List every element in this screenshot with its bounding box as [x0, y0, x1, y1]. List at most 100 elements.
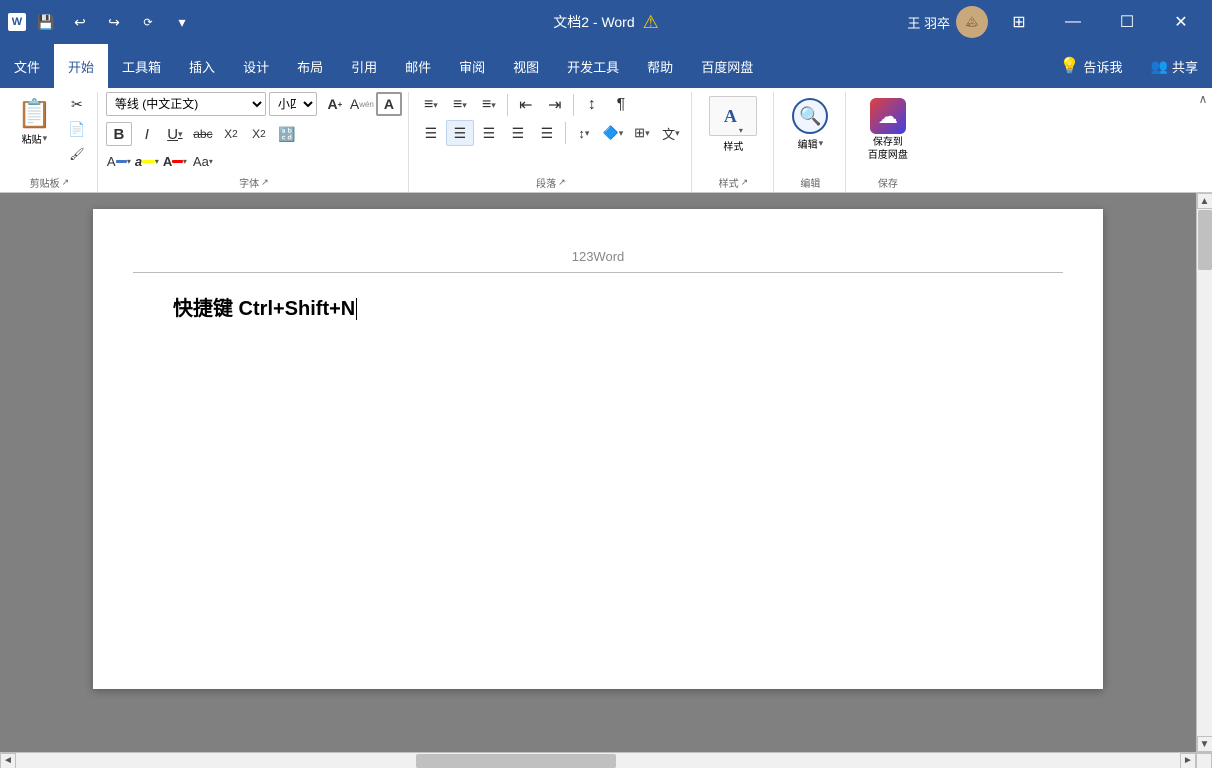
format-painter-btn[interactable]: 🖌 [63, 142, 91, 166]
subscript-btn[interactable]: X2 [218, 122, 244, 146]
redo-btn[interactable]: ↪ [100, 8, 128, 36]
para-list-row: ≡▾ ≡▾ ≡▾ ⇤ ⇥ ↕ ¶ [417, 92, 635, 118]
align-right-btn[interactable]: ☰ [475, 120, 503, 146]
show-marks-btn[interactable]: ¶ [607, 92, 635, 118]
save-content: ☁ 保存到百度网盘 [854, 92, 922, 173]
ribbon-display-btn[interactable]: ⊞ [996, 7, 1042, 37]
para-align-row: ☰ ☰ ☰ ☰ ☰ ↕▾ 🔷▾ ⊞▾ 文▾ [417, 120, 685, 146]
ribbon-group-save: ☁ 保存到百度网盘 保存 [848, 92, 928, 192]
font-size-btns: A+ Awén A [322, 92, 402, 116]
menu-toolbox[interactable]: 工具箱 [108, 44, 175, 88]
h-scroll-track[interactable] [16, 753, 1180, 768]
font-a-format-btn[interactable]: Awén [349, 92, 375, 116]
styles-btn[interactable]: A ▾ 样式 [705, 92, 761, 157]
multilevel-list-btn[interactable]: ≡▾ [475, 92, 503, 118]
user-avatar[interactable]: 🏔 [956, 6, 988, 38]
menu-developer[interactable]: 开发工具 [553, 44, 633, 88]
increase-indent-btn[interactable]: ⇥ [541, 92, 569, 118]
clipboard-expand-icon[interactable]: ↗ [62, 177, 70, 188]
clipboard-small-btns: ✂ 📄 🖌 [63, 92, 91, 166]
font-selector[interactable]: 等线 (中文正文) [106, 92, 266, 116]
scroll-right-btn[interactable]: ► [1180, 753, 1196, 768]
restore-btn[interactable]: ☐ [1104, 7, 1150, 37]
close-btn[interactable]: ✕ [1158, 7, 1204, 37]
superscript-btn[interactable]: X2 [246, 122, 272, 146]
change-case-btn[interactable]: Aa▾ [190, 149, 216, 173]
menu-layout[interactable]: 布局 [283, 44, 337, 88]
para-label: 段落 ↗ [417, 173, 685, 192]
word-icon: W [8, 13, 26, 31]
header-line [133, 272, 1063, 273]
menu-help[interactable]: 帮助 [633, 44, 687, 88]
align-left-btn[interactable]: ☰ [417, 120, 445, 146]
asian-layout-btn[interactable]: 文▾ [657, 120, 685, 146]
save-quick-btn[interactable]: 💾 [32, 8, 60, 36]
doc-page[interactable]: 123Word 快捷键 Ctrl+Shift+N [93, 209, 1103, 689]
menu-view[interactable]: 视图 [499, 44, 553, 88]
ribbon-collapse-btn[interactable]: ∧ [1194, 88, 1212, 110]
font-expand-icon[interactable]: ↗ [261, 177, 269, 188]
clear-format-btn[interactable]: 🔡 [274, 122, 300, 146]
font-size-selector[interactable]: 小四 [269, 92, 317, 116]
font-size-decrease-btn[interactable]: A [376, 92, 402, 116]
para-expand-icon[interactable]: ↗ [558, 177, 566, 188]
undo-btn[interactable]: ↩ [66, 8, 94, 36]
underline-btn[interactable]: U▾ [162, 122, 188, 146]
text-highlight-color-btn[interactable]: A ▾ [106, 149, 132, 173]
italic-btn[interactable]: I [134, 122, 160, 146]
scroll-down-btn[interactable]: ▼ [1197, 736, 1212, 752]
justify-btn[interactable]: ☰ [504, 120, 532, 146]
sort-btn[interactable]: ↕ [578, 92, 606, 118]
shading-btn[interactable]: 🔷▾ [599, 120, 627, 146]
bullets-btn[interactable]: ≡▾ [417, 92, 445, 118]
menu-review[interactable]: 审阅 [445, 44, 499, 88]
distribute-btn[interactable]: ☰ [533, 120, 561, 146]
doc-wrapper[interactable]: 123Word 快捷键 Ctrl+Shift+N [0, 193, 1196, 752]
tell-me-btn[interactable]: 💡 告诉我 [1046, 44, 1137, 88]
menu-design[interactable]: 设计 [229, 44, 283, 88]
styles-expand-icon[interactable]: ↗ [741, 177, 749, 188]
title-right: 王 羽卒 🏔 ⊞ — ☐ ✕ [907, 6, 1204, 38]
menu-insert[interactable]: 插入 [175, 44, 229, 88]
save-group-label: 保存 [854, 173, 922, 192]
bold-btn[interactable]: B [106, 122, 132, 146]
text-highlight-btn[interactable]: a ▾ [134, 149, 160, 173]
numbering-btn[interactable]: ≡▾ [446, 92, 474, 118]
font-size-increase-btn[interactable]: A+ [322, 92, 348, 116]
format-btn-row: B I U▾ abc X2 X2 🔡 [106, 122, 300, 146]
menu-baidu[interactable]: 百度网盘 [687, 44, 767, 88]
borders-btn[interactable]: ⊞▾ [628, 120, 656, 146]
scroll-left-btn[interactable]: ◄ [0, 753, 16, 768]
content-with-scroll: 123Word 快捷键 Ctrl+Shift+N ▲ ▼ [0, 193, 1212, 752]
line-spacing-btn[interactable]: ↕▾ [570, 120, 598, 146]
h-scroll-thumb[interactable] [416, 754, 616, 768]
font-color-btn[interactable]: A ▾ [162, 149, 188, 173]
repeat-btn[interactable]: ⟳ [134, 8, 162, 36]
menu-home[interactable]: 开始 [54, 44, 108, 88]
clipboard-content: 📋 粘贴▾ ✂ 📄 🖌 [8, 92, 91, 173]
ribbon-content: 📋 粘贴▾ ✂ 📄 🖌 剪贴板 ↗ [0, 88, 1212, 192]
doc-content[interactable]: 快捷键 Ctrl+Shift+N [173, 293, 1023, 593]
font-color-row: A ▾ a ▾ A ▾ [106, 149, 216, 173]
paste-btn[interactable]: 📋 粘贴▾ [8, 92, 61, 166]
strikethrough-btn[interactable]: abc [190, 122, 216, 146]
decrease-indent-btn[interactable]: ⇤ [512, 92, 540, 118]
title-left: W 💾 ↩ ↪ ⟳ ▾ [8, 8, 196, 36]
copy-btn[interactable]: 📄 [63, 117, 91, 141]
v-scroll-thumb[interactable] [1198, 210, 1212, 270]
scroll-up-btn[interactable]: ▲ [1197, 193, 1212, 209]
cut-btn[interactable]: ✂ [63, 92, 91, 116]
save-baidu-btn[interactable]: ☁ 保存到百度网盘 [860, 92, 916, 166]
ribbon-group-editing: 🔍 编辑▾ 编辑 [776, 92, 846, 192]
align-center-btn[interactable]: ☰ [446, 120, 474, 146]
minimize-btn[interactable]: — [1050, 7, 1096, 37]
menu-mail[interactable]: 邮件 [391, 44, 445, 88]
menu-references[interactable]: 引用 [337, 44, 391, 88]
share-btn[interactable]: 👥 共享 [1137, 44, 1212, 88]
v-scroll-track[interactable] [1197, 209, 1212, 736]
title-bar: W 💾 ↩ ↪ ⟳ ▾ 文档2 - Word ⚠ 王 羽卒 🏔 ⊞ — ☐ ✕ [0, 0, 1212, 44]
menu-file[interactable]: 文件 [0, 44, 54, 88]
editing-btn[interactable]: 🔍 编辑▾ [782, 92, 838, 155]
customize-quick-access-btn[interactable]: ▾ [168, 8, 196, 36]
menu-bar: 文件 开始 工具箱 插入 设计 布局 引用 邮件 审阅 视图 开发工具 帮助 百… [0, 44, 1212, 88]
